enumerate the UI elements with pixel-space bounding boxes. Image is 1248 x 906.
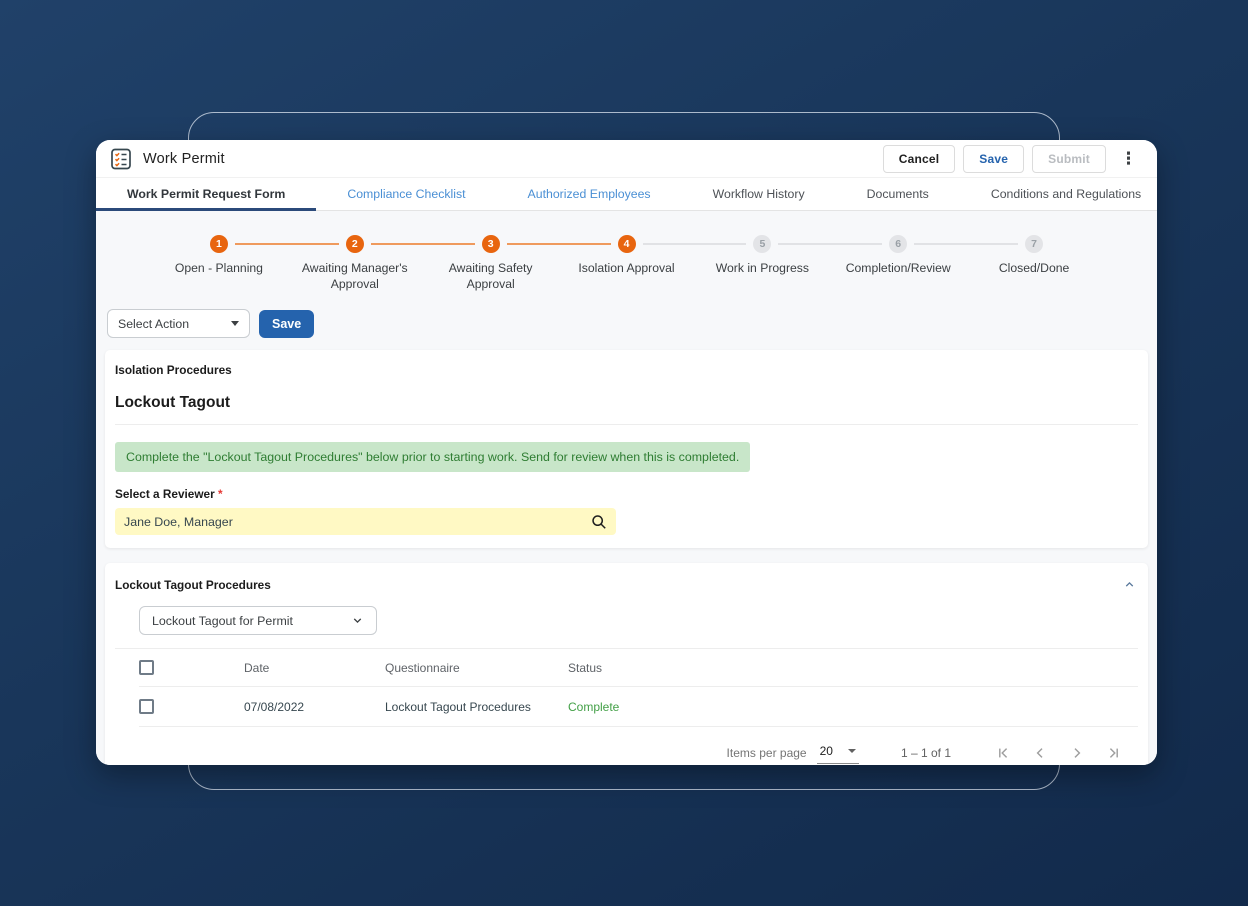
action-row: Select Action Save — [107, 309, 1148, 338]
tab-documents[interactable]: Documents — [836, 178, 960, 210]
tab-work-permit-request-form[interactable]: Work Permit Request Form — [96, 178, 316, 210]
step-label: Awaiting Safety Approval — [427, 260, 555, 292]
header-actions: Cancel Save Submit ⋮ — [883, 145, 1143, 173]
reviewer-value: Jane Doe, Manager — [124, 515, 233, 529]
step-circle: 2 — [346, 235, 364, 253]
tab-workflow-history[interactable]: Workflow History — [682, 178, 836, 210]
select-action-dropdown[interactable]: Select Action — [107, 309, 250, 338]
step-circle: 3 — [482, 235, 500, 253]
items-per-page-label: Items per page — [727, 746, 807, 760]
questionnaire-dropdown-value: Lockout Tagout for Permit — [152, 614, 293, 628]
chevron-down-icon — [351, 614, 364, 627]
table-header-row: Date Questionnaire Status — [139, 649, 1138, 687]
kebab-menu-icon[interactable]: ⋮ — [1114, 150, 1143, 167]
info-banner: Complete the "Lockout Tagout Procedures"… — [115, 442, 750, 472]
cancel-button[interactable]: Cancel — [883, 145, 956, 173]
save-button[interactable]: Save — [963, 145, 1024, 173]
pagination-range: 1 – 1 of 1 — [901, 746, 951, 760]
section-title: Lockout Tagout Procedures — [115, 578, 271, 592]
previous-page-icon[interactable] — [1030, 743, 1050, 763]
step-closed-done[interactable]: 7 Closed/Done — [966, 235, 1102, 292]
column-header-questionnaire: Questionnaire — [385, 661, 568, 675]
step-connector — [778, 243, 882, 245]
select-action-value: Select Action — [118, 317, 189, 331]
procedures-panel-header: Lockout Tagout Procedures — [115, 576, 1138, 593]
row-checkbox[interactable] — [139, 699, 154, 714]
chevron-up-icon[interactable] — [1121, 576, 1138, 593]
reviewer-label-text: Select a Reviewer — [115, 487, 215, 501]
step-circle: 4 — [618, 235, 636, 253]
step-label: Isolation Approval — [578, 260, 674, 276]
search-icon[interactable] — [591, 514, 607, 530]
pager-nav — [993, 743, 1124, 763]
workflow-stepper: 1 Open - Planning 2 Awaiting Manager's A… — [151, 235, 1102, 292]
reviewer-search-input[interactable]: Jane Doe, Manager — [115, 508, 616, 535]
step-connector — [371, 243, 475, 245]
table-row[interactable]: 07/08/2022 Lockout Tagout Procedures Com… — [139, 687, 1138, 727]
step-label: Completion/Review — [846, 260, 951, 276]
status-badge: Complete — [568, 700, 1138, 714]
select-all-checkbox[interactable] — [139, 660, 154, 675]
next-page-icon[interactable] — [1067, 743, 1087, 763]
procedures-table: Date Questionnaire Status 07/08/2022 Loc… — [115, 649, 1138, 727]
tab-bar: Work Permit Request Form Compliance Chec… — [96, 178, 1157, 211]
submit-button[interactable]: Submit — [1032, 145, 1106, 173]
form-body: 1 Open - Planning 2 Awaiting Manager's A… — [96, 211, 1157, 765]
pagination-bar: Items per page 20 1 – 1 of 1 — [115, 741, 1138, 764]
caret-down-icon — [848, 749, 856, 753]
step-circle: 6 — [889, 235, 907, 253]
lockout-tagout-procedures-panel: Lockout Tagout Procedures Lockout Tagout… — [105, 563, 1148, 765]
step-label: Closed/Done — [999, 260, 1069, 276]
column-header-date: Date — [244, 661, 385, 675]
step-label: Work in Progress — [716, 260, 809, 276]
lockout-tagout-heading: Lockout Tagout — [115, 394, 1138, 425]
section-title: Isolation Procedures — [115, 363, 1138, 377]
cell-questionnaire: Lockout Tagout Procedures — [385, 700, 568, 714]
tab-authorized-employees[interactable]: Authorized Employees — [497, 178, 682, 210]
page-title: Work Permit — [143, 151, 225, 167]
caret-down-icon — [231, 321, 239, 326]
items-per-page-select[interactable]: 20 — [817, 741, 859, 764]
cell-date: 07/08/2022 — [244, 700, 385, 714]
reviewer-field-label: Select a Reviewer * — [115, 487, 1138, 501]
step-circle: 5 — [753, 235, 771, 253]
items-per-page-value: 20 — [820, 744, 833, 758]
step-circle: 1 — [210, 235, 228, 253]
isolation-procedures-panel: Isolation Procedures Lockout Tagout Comp… — [105, 350, 1148, 548]
questionnaire-dropdown[interactable]: Lockout Tagout for Permit — [139, 606, 377, 635]
action-save-button[interactable]: Save — [259, 310, 314, 338]
tab-compliance-checklist[interactable]: Compliance Checklist — [316, 178, 496, 210]
step-label: Awaiting Manager's Approval — [291, 260, 419, 292]
column-header-status: Status — [568, 661, 1138, 675]
work-permit-window: Work Permit Cancel Save Submit ⋮ Work Pe… — [96, 140, 1157, 765]
step-connector — [643, 243, 747, 245]
step-connector — [235, 243, 339, 245]
step-connector — [507, 243, 611, 245]
step-circle: 7 — [1025, 235, 1043, 253]
checklist-icon — [110, 148, 132, 170]
required-marker: * — [218, 487, 223, 501]
last-page-icon[interactable] — [1104, 743, 1124, 763]
step-connector — [914, 243, 1018, 245]
first-page-icon[interactable] — [993, 743, 1013, 763]
step-label: Open - Planning — [175, 260, 263, 276]
window-header: Work Permit Cancel Save Submit ⋮ — [96, 140, 1157, 178]
tab-conditions-and-regulations[interactable]: Conditions and Regulations — [960, 178, 1157, 210]
